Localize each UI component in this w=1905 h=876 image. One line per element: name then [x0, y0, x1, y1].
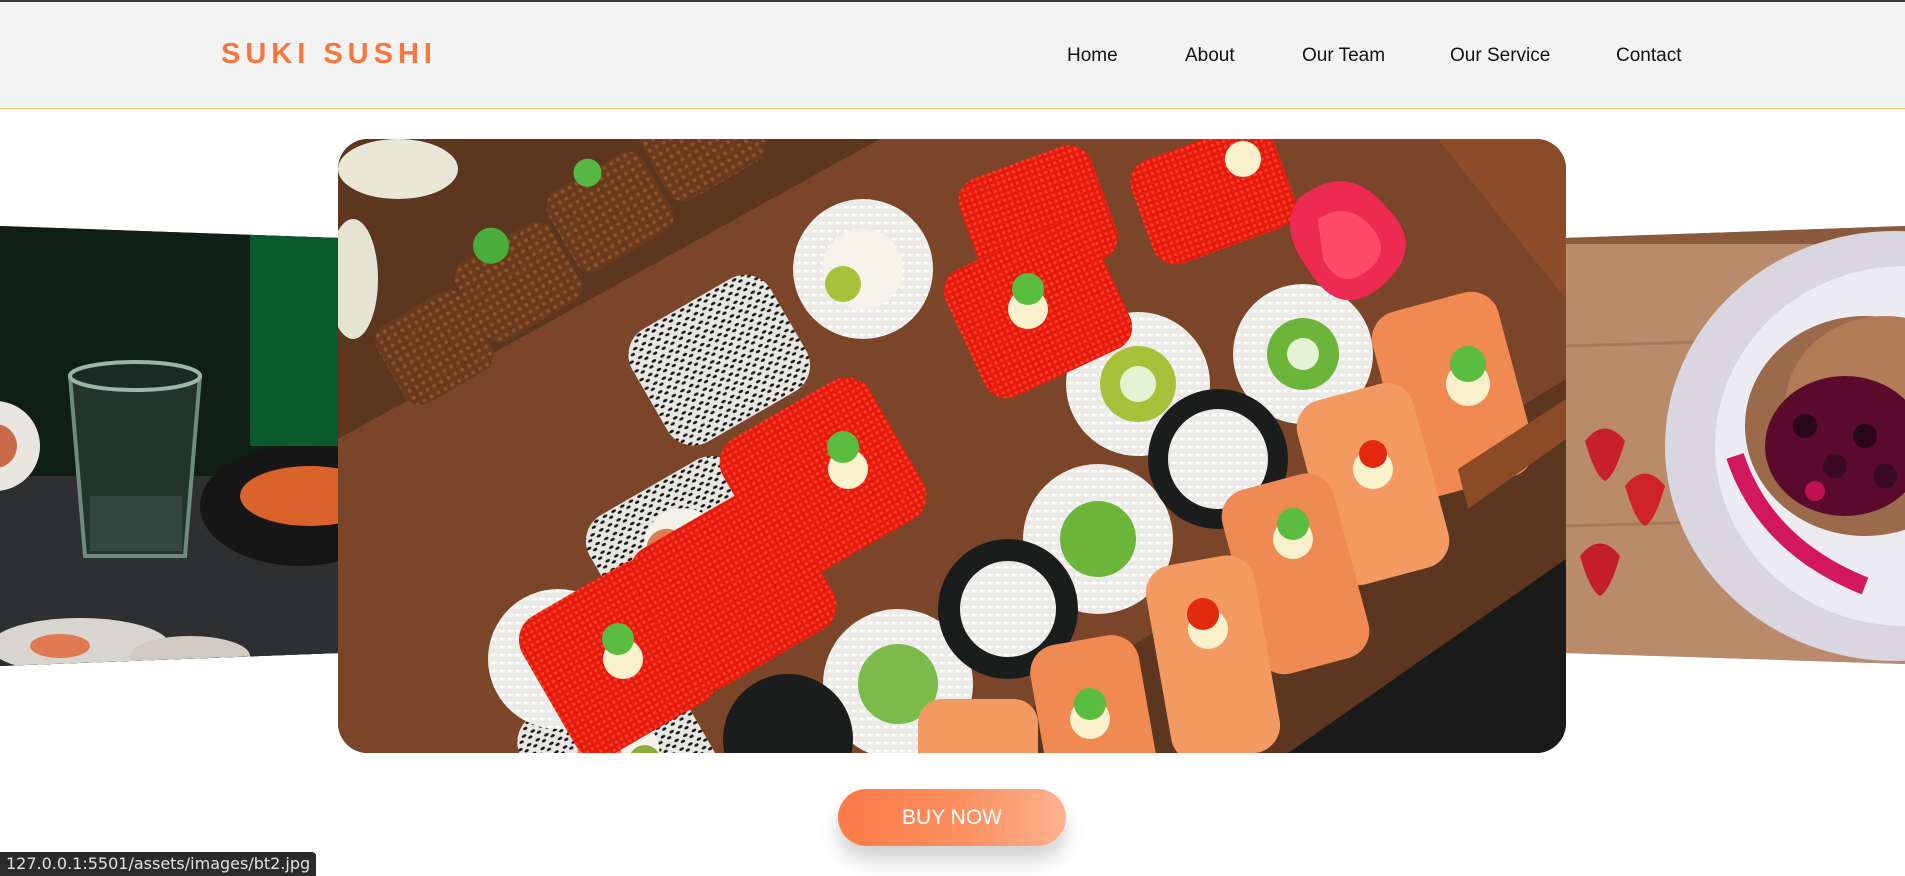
- buy-now-button[interactable]: BUY NOW: [838, 789, 1066, 846]
- sushi-platter-image: [338, 139, 1566, 753]
- nav-link-contact[interactable]: Contact: [1616, 45, 1681, 67]
- carousel-slide-right[interactable]: [1565, 226, 1905, 664]
- main-nav: Home About Our Team Our Service Contact: [0, 45, 1905, 71]
- sushi-drink-image: [0, 226, 340, 666]
- nav-link-our-team[interactable]: Our Team: [1302, 45, 1385, 67]
- carousel-slide-left[interactable]: [0, 226, 340, 666]
- nav-link-about[interactable]: About: [1185, 45, 1235, 67]
- carousel-slide-main[interactable]: [338, 139, 1566, 753]
- browser-status-bar-url: 127.0.0.1:5501/assets/images/bt2.jpg: [0, 852, 317, 876]
- nav-link-home[interactable]: Home: [1067, 45, 1118, 67]
- pancakes-berries-image: [1565, 226, 1905, 664]
- site-header: SUKI SUSHI Home About Our Team Our Servi…: [0, 2, 1905, 109]
- nav-link-our-service[interactable]: Our Service: [1450, 45, 1550, 67]
